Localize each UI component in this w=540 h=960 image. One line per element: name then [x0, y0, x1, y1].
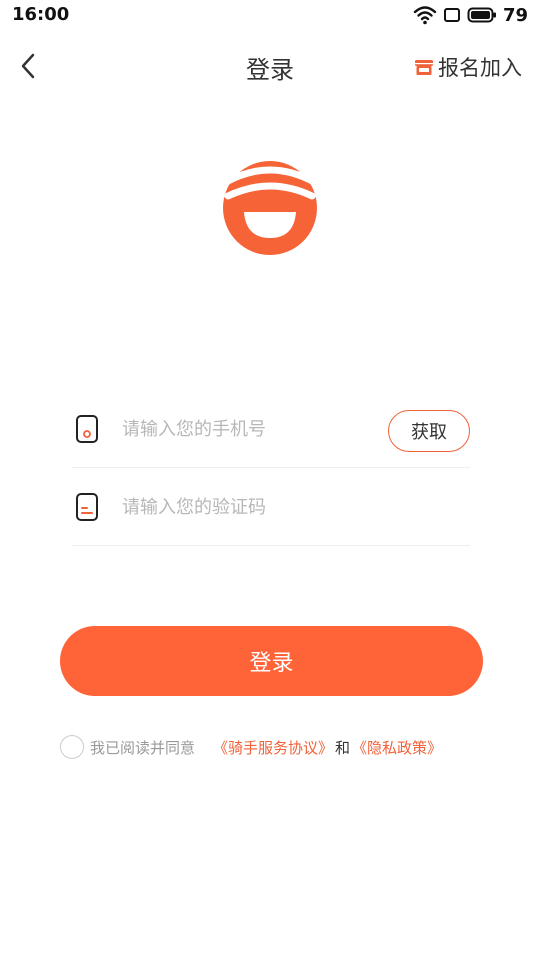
join-label: 报名加入: [438, 56, 522, 80]
wifi-icon: [413, 6, 437, 25]
store-icon: [415, 60, 433, 75]
phone-row: 获取: [72, 390, 470, 468]
agreement-and: 和: [335, 738, 351, 757]
app-logo: [222, 161, 318, 255]
phone-icon: [76, 415, 98, 443]
status-time: 16:00: [12, 4, 70, 25]
nav-bar: 登录 报名加入: [0, 40, 540, 92]
agreement-checkbox[interactable]: [60, 735, 84, 759]
privacy-policy-link[interactable]: 《隐私政策》: [352, 737, 442, 758]
phone-input[interactable]: [122, 414, 382, 444]
battery-level: 79: [502, 4, 528, 26]
screen-icon: [443, 8, 460, 22]
verification-code-icon: [76, 493, 98, 521]
join-button[interactable]: 报名加入: [414, 52, 522, 82]
get-code-button[interactable]: 获取: [388, 410, 470, 452]
verification-code-input[interactable]: [122, 492, 382, 522]
login-form: 获取: [72, 390, 470, 546]
battery-icon: [467, 7, 496, 23]
status-bar: 16:00 79: [0, 0, 540, 32]
code-row: [72, 468, 470, 546]
status-icons: 79: [413, 4, 528, 26]
login-button[interactable]: 登录: [60, 626, 483, 696]
agreement-row: 我已阅读并同意 《骑手服务协议》 和 《隐私政策》: [60, 734, 442, 760]
rider-agreement-link[interactable]: 《骑手服务协议》: [213, 737, 333, 758]
agreement-prefix: 我已阅读并同意: [90, 738, 196, 757]
